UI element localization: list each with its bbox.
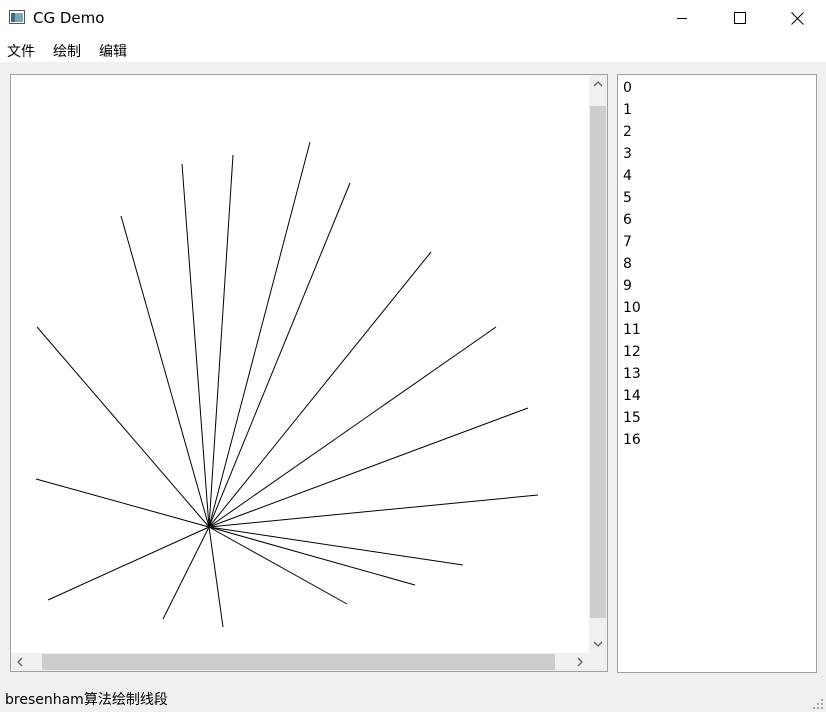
item-list[interactable]: 0 1 2 3 4 5 6 7 8 9 10 11 12 13 14 15 16 [617,74,817,673]
list-item[interactable]: 14 [618,385,816,407]
list-item[interactable]: 3 [618,143,816,165]
drawn-line-segment [208,494,539,528]
list-item[interactable]: 4 [618,165,816,187]
menu-file[interactable]: 文件 [7,41,35,61]
scroll-left-button[interactable] [11,653,29,671]
maximize-button[interactable] [711,0,769,36]
list-item[interactable]: 2 [618,121,816,143]
close-icon [790,11,804,25]
list-item[interactable]: 9 [618,275,816,297]
drawn-line-segment [208,141,311,528]
scroll-corner [589,653,607,671]
drawn-line-segment [208,154,234,528]
chevron-down-icon [593,641,603,647]
horizontal-scroll-thumb[interactable] [42,654,555,670]
scroll-up-button[interactable] [589,75,607,93]
drawn-line-segment [36,326,210,528]
drawn-line-segment [208,526,416,586]
window-title: CG Demo [33,9,105,27]
list-item[interactable]: 0 [618,77,816,99]
list-item[interactable]: 1 [618,99,816,121]
vertical-scrollbar[interactable] [589,75,607,653]
list-item[interactable]: 15 [618,407,816,429]
drawn-line-segment [208,526,464,566]
drawn-line-segment [47,526,210,601]
chevron-right-icon [577,657,583,667]
drawn-line-segment [208,326,497,528]
menu-bar: 文件 绘制 编辑 [0,36,826,62]
title-bar: CG Demo [0,0,826,36]
menu-edit[interactable]: 编辑 [99,41,127,61]
resize-grip-icon[interactable] [812,698,824,710]
chevron-up-icon [593,81,603,87]
canvas-scroll-area [10,74,608,672]
list-item[interactable]: 6 [618,209,816,231]
menu-draw[interactable]: 绘制 [53,41,81,61]
scroll-right-button[interactable] [571,653,589,671]
drawn-line-segment [208,526,224,628]
list-item[interactable]: 5 [618,187,816,209]
drawing-canvas[interactable] [11,75,589,653]
minimize-button[interactable] [653,0,711,36]
list-item[interactable]: 10 [618,297,816,319]
scroll-down-button[interactable] [589,635,607,653]
drawn-line-segment [35,478,210,528]
list-item[interactable]: 11 [618,319,816,341]
canvas-svg [35,141,539,628]
chevron-left-icon [17,657,23,667]
list-item[interactable]: 8 [618,253,816,275]
list-item[interactable]: 7 [618,231,816,253]
drawn-line-segment [120,215,210,528]
minimize-icon [677,18,687,19]
drawn-line-segment [181,163,210,528]
app-window-icon [9,10,25,24]
item-list-body: 0 1 2 3 4 5 6 7 8 9 10 11 12 13 14 15 16 [618,75,816,451]
drawn-line-segment [208,526,348,605]
list-item[interactable]: 12 [618,341,816,363]
maximize-icon [734,12,746,24]
list-item[interactable]: 13 [618,363,816,385]
status-text: bresenham算法绘制线段 [5,692,168,708]
drawn-line-segment [162,526,210,620]
close-button[interactable] [768,0,826,36]
vertical-scroll-thumb[interactable] [590,106,606,618]
horizontal-scrollbar[interactable] [11,653,589,671]
drawn-line-segment [208,182,351,528]
list-item[interactable]: 16 [618,429,816,451]
